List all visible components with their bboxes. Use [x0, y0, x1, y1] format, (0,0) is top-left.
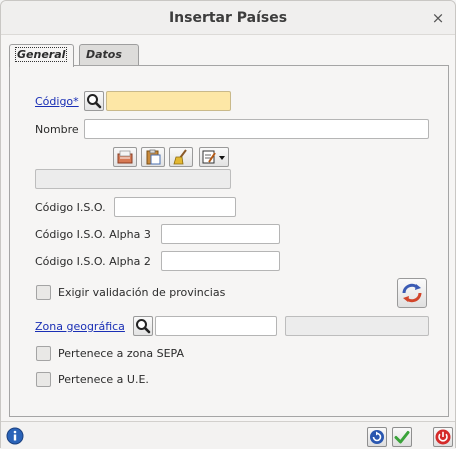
codigo-iso-alpha3-label: Código I.S.O. Alpha 3	[35, 228, 151, 241]
tab-general-label: General	[14, 47, 68, 62]
refresh-arrows-icon	[402, 283, 422, 303]
zona-sepa-label: Pertenece a zona SEPA	[58, 347, 185, 360]
codigo-iso-label: Código I.S.O.	[35, 201, 106, 214]
codigo-search-button[interactable]	[84, 91, 104, 111]
edit-menu-button[interactable]	[199, 147, 229, 167]
close-button[interactable]: ×	[429, 9, 447, 27]
nombre-label: Nombre	[35, 123, 79, 136]
reload-icon	[370, 430, 384, 444]
zona-search-button[interactable]	[133, 316, 153, 336]
refresh-button[interactable]	[397, 278, 427, 308]
edit-dropdown-icon	[202, 150, 225, 164]
dialog-window: Insertar Países × General Datos Código* …	[0, 0, 456, 449]
codigo-link[interactable]: Código*	[35, 95, 79, 108]
exigir-provincias-label: Exigir validación de provincias	[58, 286, 226, 299]
exigir-provincias-checkbox[interactable]	[36, 285, 51, 300]
open-folder-icon	[117, 150, 133, 164]
codigo-iso-alpha3-input[interactable]	[161, 224, 280, 244]
open-button[interactable]	[113, 147, 137, 167]
reload-button[interactable]	[367, 427, 387, 447]
search-icon	[87, 94, 102, 109]
description-readonly-field	[35, 169, 231, 189]
search-icon	[136, 319, 151, 334]
nombre-input[interactable]	[84, 119, 429, 139]
codigo-iso-alpha2-label: Código I.S.O. Alpha 2	[35, 255, 151, 268]
title-bar: Insertar Países ×	[1, 1, 455, 35]
tab-datos-label: Datos	[86, 48, 122, 61]
window-title: Insertar Países	[168, 10, 288, 26]
codigo-iso-input[interactable]	[114, 197, 236, 217]
codigo-input[interactable]	[106, 91, 231, 111]
pertenece-ue-label: Pertenece a U.E.	[58, 373, 149, 386]
clear-button[interactable]	[169, 147, 193, 167]
paste-icon	[146, 149, 161, 165]
accept-button[interactable]	[392, 427, 412, 447]
exit-button[interactable]	[433, 427, 453, 447]
pertenece-ue-checkbox[interactable]	[36, 372, 51, 387]
codigo-iso-alpha2-input[interactable]	[161, 251, 280, 271]
power-icon	[435, 429, 451, 445]
zona-geografica-link[interactable]: Zona geográfica	[35, 320, 125, 333]
tab-general[interactable]: General	[9, 44, 74, 67]
zona-geografica-input[interactable]	[155, 316, 277, 336]
general-panel: Código* Nombre Código I.S.O. Código I.S.…	[9, 65, 449, 417]
paste-button[interactable]	[141, 147, 165, 167]
check-icon	[394, 431, 410, 444]
info-icon[interactable]	[6, 427, 24, 445]
tab-datos[interactable]: Datos	[79, 44, 139, 66]
zona-sepa-checkbox[interactable]	[36, 346, 51, 361]
zona-geografica-description	[285, 316, 429, 336]
footer-bar	[1, 421, 455, 449]
broom-icon	[173, 149, 187, 165]
